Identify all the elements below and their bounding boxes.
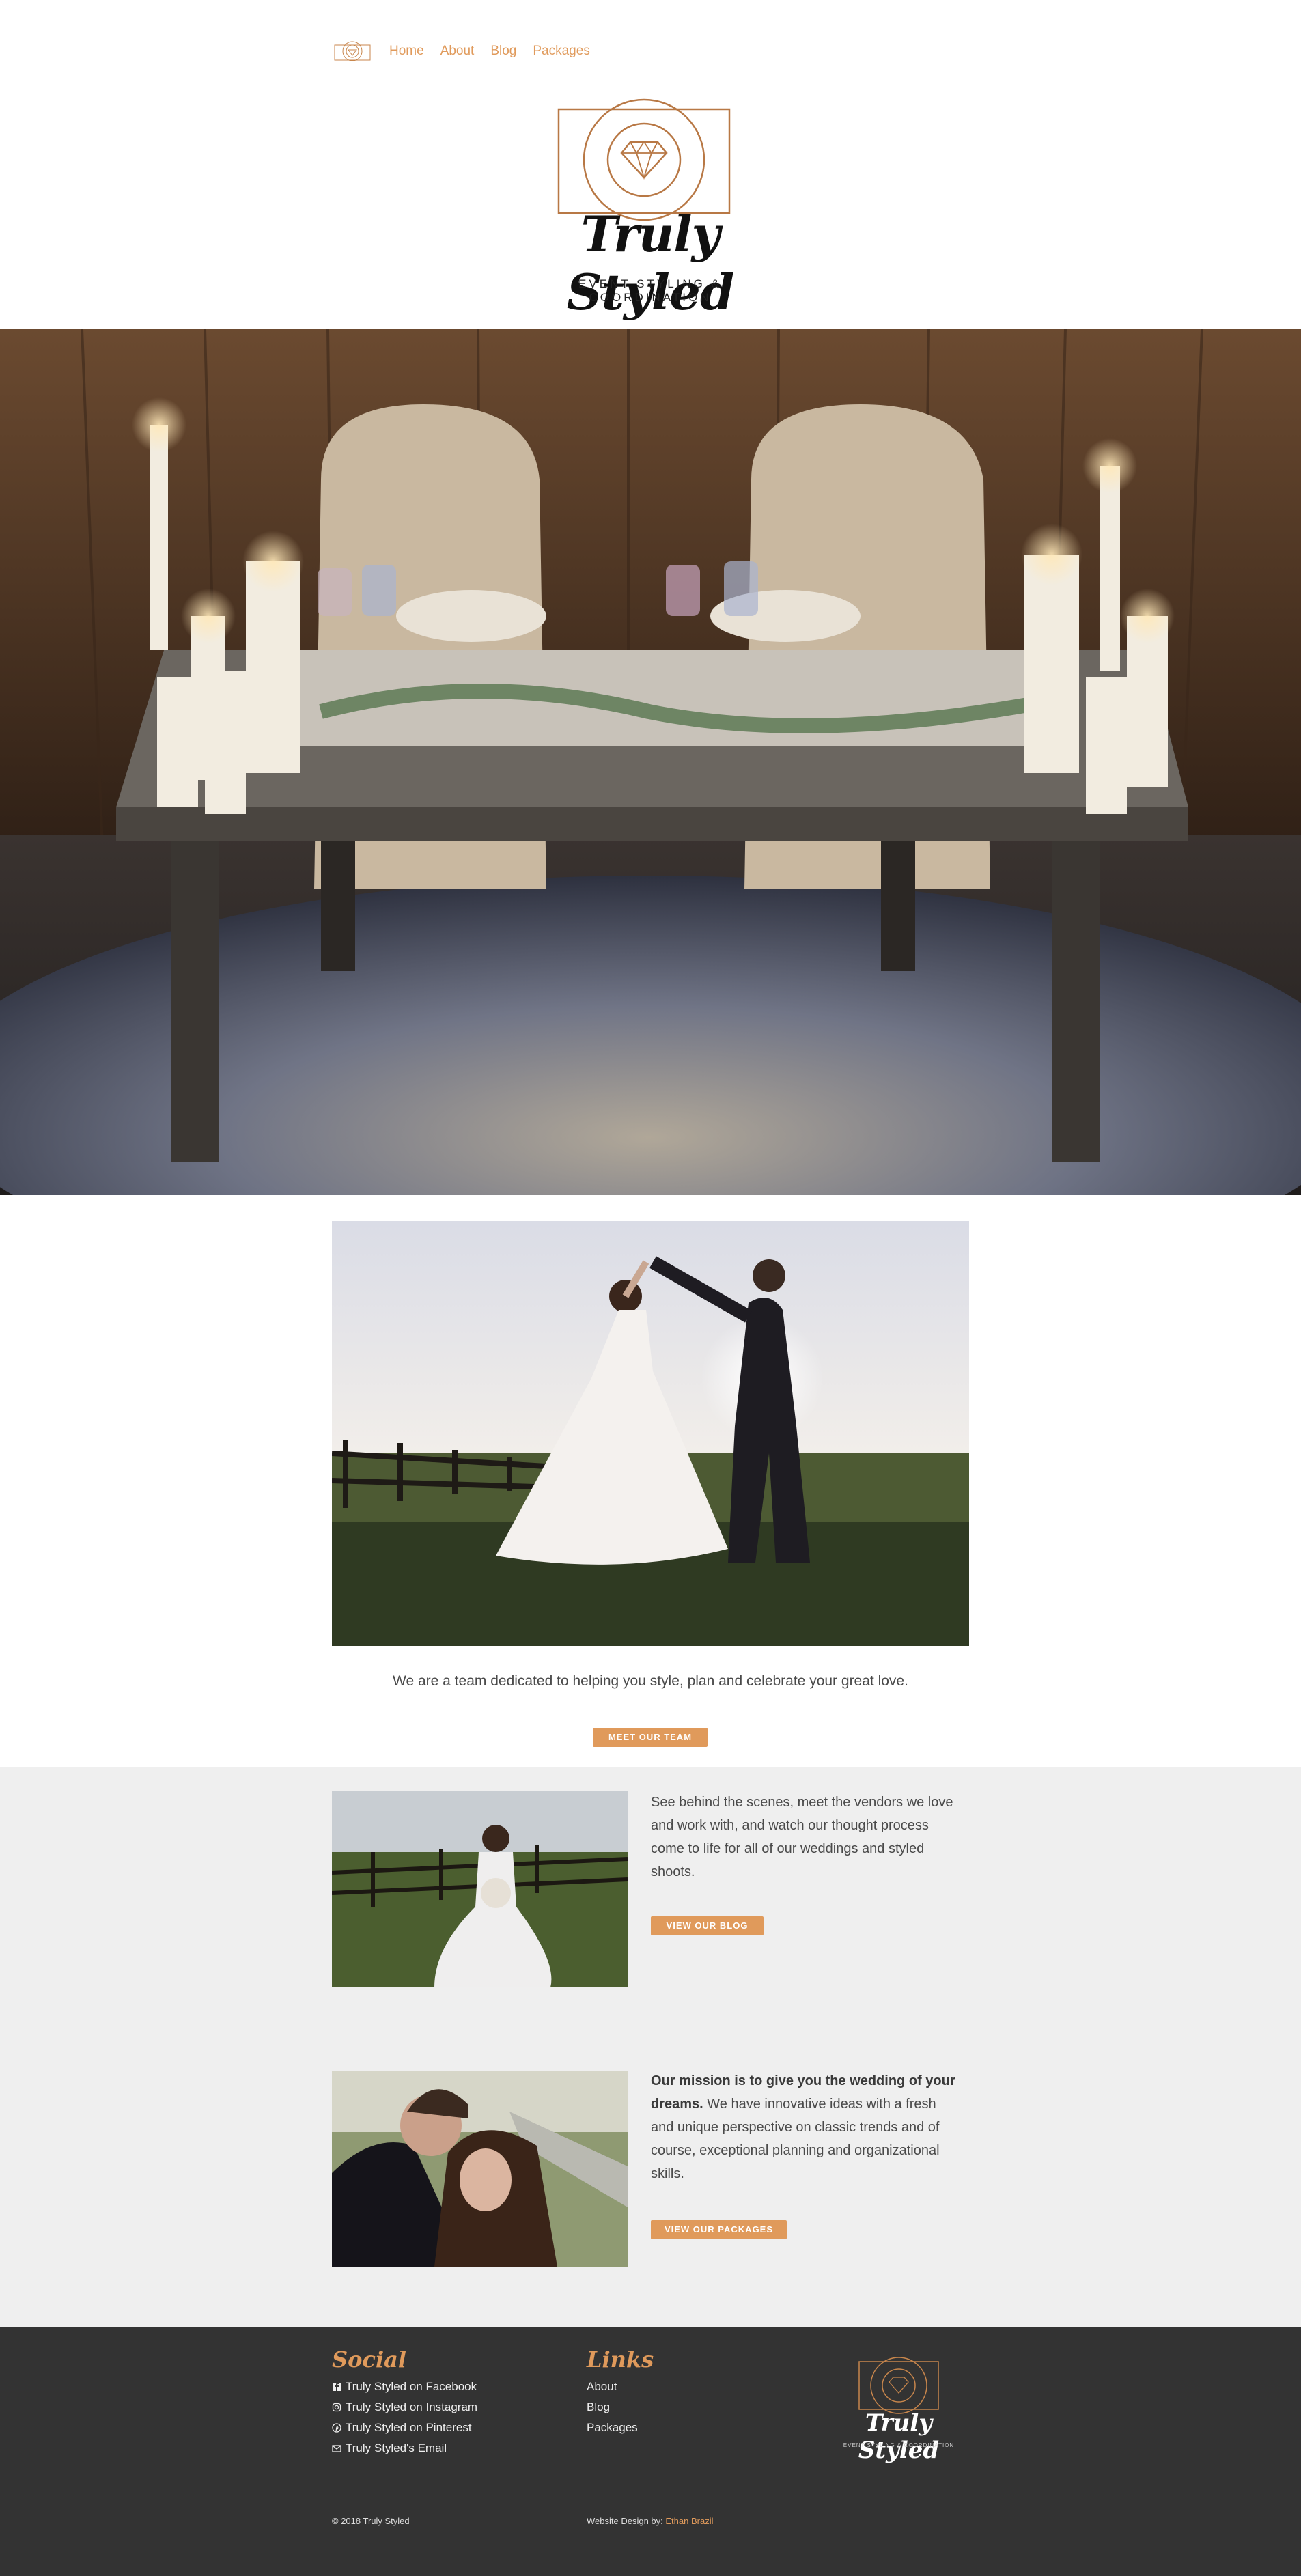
footer-links-list: About Blog Packages: [587, 2377, 638, 2438]
nav-about[interactable]: About: [440, 44, 475, 59]
view-blog-button[interactable]: VIEW OUR BLOG: [651, 1916, 764, 1935]
pinterest-icon: [332, 2423, 341, 2433]
instagram-icon: [332, 2403, 341, 2412]
bride-bouquet-photo: [332, 1791, 628, 1987]
social-email-link[interactable]: Truly Styled's Email: [332, 2438, 477, 2459]
social-pinterest-link[interactable]: Truly Styled on Pinterest: [332, 2418, 477, 2438]
social-facebook-link[interactable]: Truly Styled on Facebook: [332, 2377, 477, 2397]
couple-embrace-photo: [332, 2071, 628, 2267]
intro-text: We are a team dedicated to helping you s…: [393, 1673, 908, 1689]
designer-link[interactable]: Ethan Brazil: [665, 2516, 713, 2526]
social-pinterest-label: Truly Styled on Pinterest: [346, 2421, 472, 2434]
blog-text: See behind the scenes, meet the vendors …: [651, 1795, 953, 1879]
nav-blog[interactable]: Blog: [490, 44, 516, 59]
email-icon: [332, 2445, 341, 2452]
design-credit-label: Website Design by:: [587, 2516, 666, 2526]
footer-social-heading: Social: [332, 2347, 406, 2372]
social-facebook-label: Truly Styled on Facebook: [346, 2380, 477, 2393]
footer-brand-name: Truly Styled: [858, 2409, 940, 2464]
social-email-label: Truly Styled's Email: [346, 2441, 447, 2454]
nav-packages[interactable]: Packages: [533, 44, 589, 59]
footer-links-heading: Links: [587, 2347, 654, 2372]
footer-link-packages[interactable]: Packages: [587, 2418, 638, 2438]
brand-tagline: EVENT STYLING & COORDINATION: [578, 277, 722, 304]
footer-link-about[interactable]: About: [587, 2377, 638, 2397]
hero-table-photo: [0, 329, 1301, 1195]
top-nav: Home About Blog Packages: [332, 34, 590, 68]
copyright: © 2018 Truly Styled: [332, 2516, 410, 2526]
couple-dancing-photo: [332, 1221, 969, 1646]
footer-link-blog[interactable]: Blog: [587, 2397, 638, 2418]
design-credit: Website Design by: Ethan Brazil: [587, 2516, 713, 2526]
social-instagram-label: Truly Styled on Instagram: [346, 2400, 478, 2413]
nav-home[interactable]: Home: [389, 44, 424, 59]
nav-logo-icon[interactable]: [332, 37, 373, 66]
social-instagram-link[interactable]: Truly Styled on Instagram: [332, 2397, 477, 2418]
view-packages-button[interactable]: VIEW OUR PACKAGES: [651, 2220, 787, 2239]
footer-brand-tagline: EVENT STYLING & COORDINATION: [843, 2442, 955, 2448]
mission-text: Our mission is to give you the wedding o…: [651, 2069, 958, 2185]
facebook-icon: [333, 2383, 341, 2391]
meet-team-button[interactable]: MEET OUR TEAM: [593, 1728, 708, 1747]
footer-social-list: Truly Styled on Facebook Truly Styled on…: [332, 2377, 477, 2459]
page: Home About Blog Packages Truly Styled EV…: [0, 0, 1301, 2576]
